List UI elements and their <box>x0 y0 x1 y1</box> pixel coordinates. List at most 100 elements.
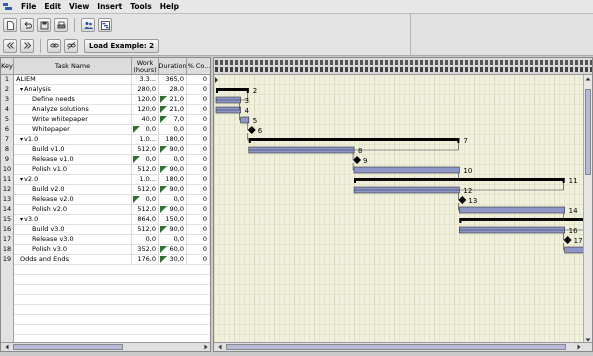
table-row[interactable]: 14 Polish v2.0 512,0 90,0 0 <box>1 205 210 215</box>
menu-tools[interactable]: Tools <box>130 2 151 11</box>
task-name-cell[interactable]: Polish v2.0 <box>14 205 132 215</box>
work-cell[interactable]: 176,0 <box>132 255 159 265</box>
menu-file[interactable]: File <box>21 2 36 11</box>
scroll-right-arrow-icon[interactable] <box>576 344 582 350</box>
work-cell[interactable]: 864,0 <box>132 215 159 225</box>
column-header-task-name[interactable]: Task Name <box>14 58 132 75</box>
work-cell[interactable]: 512,0 <box>132 145 159 155</box>
gantt-horizontal-scrollbar[interactable] <box>214 342 592 351</box>
task-name-cell[interactable]: Polish v1.0 <box>14 165 132 175</box>
complete-cell[interactable]: 0 <box>187 95 210 105</box>
duration-cell[interactable]: 365,0 <box>159 75 187 85</box>
new-file-button[interactable] <box>3 18 17 32</box>
unlink-tasks-button[interactable] <box>64 38 78 53</box>
indent-button[interactable] <box>20 38 34 53</box>
table-row[interactable]: 9 Release v1.0 0,0 0,0 0 <box>1 155 210 165</box>
task-name-cell[interactable]: ▾v1.0 <box>14 135 132 145</box>
table-row[interactable]: 6 Whitepaper 0,0 0,0 0 <box>1 125 210 135</box>
task-name-cell[interactable]: ▾v3.0 <box>14 215 132 225</box>
work-cell[interactable]: 0,0 <box>132 235 159 245</box>
gantt-vertical-scrollbar[interactable] <box>583 75 592 344</box>
duration-cell[interactable]: 90,0 <box>159 225 187 235</box>
column-header-complete[interactable]: % Co... <box>187 58 210 75</box>
complete-cell[interactable]: 0 <box>187 165 210 175</box>
column-header-work[interactable]: Work (hours) <box>132 58 159 75</box>
gantt-hscroll-thumb[interactable] <box>226 344 566 350</box>
duration-cell[interactable]: 7,0 <box>159 115 187 125</box>
work-cell[interactable]: 1.0... <box>132 135 159 145</box>
table-row[interactable]: 8 Build v1.0 512,0 90,0 0 <box>1 145 210 155</box>
duration-cell[interactable]: 60,0 <box>159 245 187 255</box>
duration-cell[interactable]: 0,0 <box>159 195 187 205</box>
expand-toggle-icon[interactable]: ▾ <box>20 85 23 95</box>
duration-cell[interactable]: 90,0 <box>159 165 187 175</box>
table-row[interactable]: 2 ▾Analysis 280,0 28,0 0 <box>1 85 210 95</box>
task-name-cell[interactable]: ALIEM <box>14 75 132 85</box>
duration-cell[interactable]: 90,0 <box>159 205 187 215</box>
work-cell[interactable]: 280,0 <box>132 85 159 95</box>
table-scroll-thumb[interactable] <box>13 344 123 350</box>
work-cell[interactable]: 0,0 <box>132 195 159 205</box>
table-row[interactable]: 13 Release v2.0 0,0 0,0 0 <box>1 195 210 205</box>
duration-cell[interactable]: 180,0 <box>159 135 187 145</box>
expand-toggle-icon[interactable]: ▾ <box>20 135 23 145</box>
gantt-view-button[interactable] <box>98 18 112 32</box>
resources-button[interactable] <box>81 18 95 32</box>
task-bar[interactable] <box>459 206 565 214</box>
table-row[interactable]: 5 Write whitepaper 40,0 7,0 0 <box>1 115 210 125</box>
work-cell[interactable]: 352,0 <box>132 245 159 255</box>
task-bar[interactable] <box>240 116 250 124</box>
table-row[interactable]: 12 Build v2.0 512,0 90,0 0 <box>1 185 210 195</box>
table-row[interactable]: 19 Odds and Ends 176,0 30,0 0 <box>1 255 210 265</box>
task-bar[interactable] <box>564 246 584 254</box>
menu-help[interactable]: Help <box>160 2 179 11</box>
work-cell[interactable]: 3.3... <box>132 75 159 85</box>
task-bar[interactable] <box>353 166 460 174</box>
column-header-key[interactable]: Key <box>1 58 14 75</box>
duration-cell[interactable]: 90,0 <box>159 185 187 195</box>
task-name-cell[interactable]: Release v1.0 <box>14 155 132 165</box>
table-row[interactable]: 3 Define needs 120,0 21,0 0 <box>1 95 210 105</box>
duration-cell[interactable]: 0,0 <box>159 235 187 245</box>
table-row[interactable]: 15 ▾v3.0 864,0 150,0 0 <box>1 215 210 225</box>
scroll-right-arrow-icon[interactable] <box>203 344 209 350</box>
complete-cell[interactable]: 0 <box>187 175 210 185</box>
complete-cell[interactable]: 0 <box>187 105 210 115</box>
task-name-cell[interactable]: Analyze solutions <box>14 105 132 115</box>
work-cell[interactable]: 0,0 <box>132 125 159 135</box>
task-name-cell[interactable]: Write whitepaper <box>14 115 132 125</box>
gantt-vscroll-thumb[interactable] <box>585 89 591 175</box>
summary-bar[interactable] <box>459 218 584 221</box>
work-cell[interactable]: 512,0 <box>132 185 159 195</box>
undo-button[interactable] <box>20 18 34 32</box>
summary-bar[interactable] <box>354 178 565 181</box>
task-name-cell[interactable]: Build v1.0 <box>14 145 132 155</box>
table-horizontal-scrollbar[interactable] <box>1 342 210 351</box>
complete-cell[interactable]: 0 <box>187 215 210 225</box>
complete-cell[interactable]: 0 <box>187 235 210 245</box>
table-row[interactable]: 17 Release v3.0 0,0 0,0 0 <box>1 235 210 245</box>
table-row[interactable]: 10 Polish v1.0 512,0 90,0 0 <box>1 165 210 175</box>
duration-cell[interactable]: 21,0 <box>159 95 187 105</box>
menu-edit[interactable]: Edit <box>44 2 61 11</box>
scroll-up-arrow-icon[interactable] <box>585 76 591 82</box>
complete-cell[interactable]: 0 <box>187 115 210 125</box>
work-cell[interactable]: 120,0 <box>132 95 159 105</box>
summary-bar[interactable] <box>248 138 460 141</box>
work-cell[interactable]: 40,0 <box>132 115 159 125</box>
duration-cell[interactable]: 150,0 <box>159 215 187 225</box>
task-name-cell[interactable]: Define needs <box>14 95 132 105</box>
complete-cell[interactable]: 0 <box>187 145 210 155</box>
task-name-cell[interactable]: ▾v2.0 <box>14 175 132 185</box>
complete-cell[interactable]: 0 <box>187 185 210 195</box>
task-name-cell[interactable]: Build v2.0 <box>14 185 132 195</box>
complete-cell[interactable]: 0 <box>187 155 210 165</box>
duration-cell[interactable]: 180,0 <box>159 175 187 185</box>
work-cell[interactable]: 1.0... <box>132 175 159 185</box>
summary-bar[interactable] <box>216 88 249 91</box>
duration-cell[interactable]: 90,0 <box>159 145 187 155</box>
table-row[interactable]: 16 Build v3.0 512,0 90,0 0 <box>1 225 210 235</box>
duration-cell[interactable]: 28,0 <box>159 85 187 95</box>
task-name-cell[interactable]: Odds and Ends <box>14 255 132 265</box>
table-row[interactable]: 1 ALIEM 3.3... 365,0 0 <box>1 75 210 85</box>
